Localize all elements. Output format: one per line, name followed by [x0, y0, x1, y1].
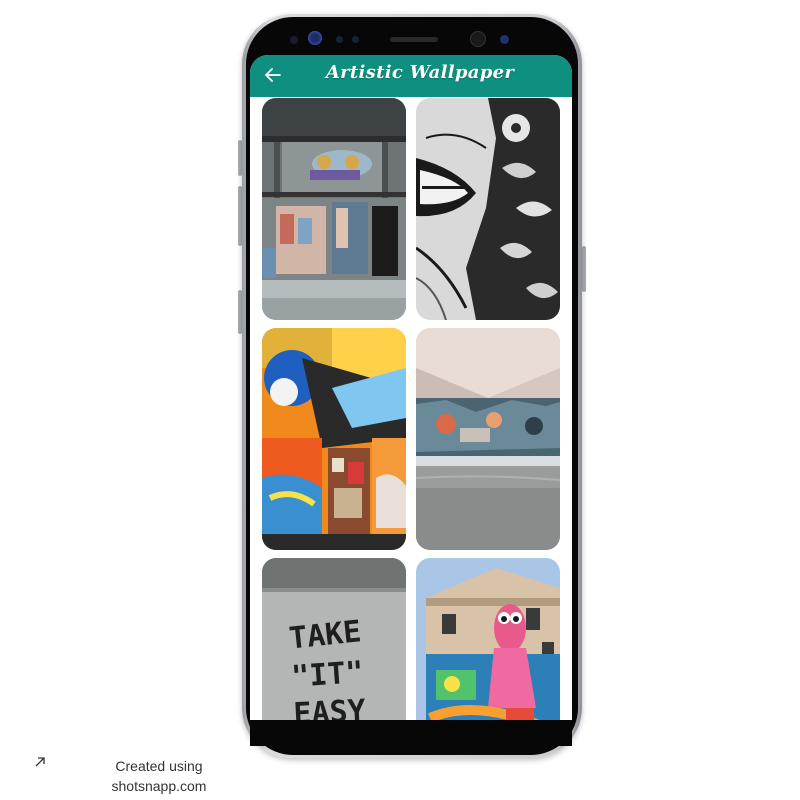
wallpaper-tile-3[interactable]: [262, 328, 406, 550]
wallpaper-tile-4[interactable]: [416, 328, 560, 550]
iris-scanner-icon: [308, 31, 322, 45]
wallpaper-image: [416, 328, 560, 550]
tile5-line3: EASY: [293, 693, 367, 720]
wallpaper-tile-5[interactable]: TAKE "IT" EASY: [262, 558, 406, 720]
app-screen: Artistic Wallpaper TAKE "IT" EASY: [250, 55, 572, 720]
wallpaper-tile-1[interactable]: [262, 98, 406, 320]
wallpaper-image: [416, 98, 560, 320]
sensor-dot-icon: [336, 36, 343, 43]
wallpaper-image: TAKE "IT" EASY: [262, 558, 406, 720]
arrow-left-icon: [265, 68, 281, 82]
sensor-dot-icon: [290, 36, 298, 44]
bottom-bezel: [250, 720, 572, 746]
wallpaper-image: [416, 558, 560, 720]
sensor-dot-icon: [352, 36, 359, 43]
wallpaper-tile-6[interactable]: [416, 558, 560, 720]
mockup-stage: Artistic Wallpaper TAKE "IT" EASY Create…: [0, 0, 800, 800]
earpiece-speaker: [390, 37, 438, 42]
wallpaper-image: [262, 328, 406, 550]
wallpaper-tile-2[interactable]: [416, 98, 560, 320]
tile5-line2: "IT": [290, 655, 365, 695]
sensor-dot-icon: [500, 35, 509, 44]
credit-line2[interactable]: shotsnapp.com: [100, 776, 218, 796]
app-title: Artistic Wallpaper: [325, 62, 515, 83]
power-button: [582, 246, 586, 292]
app-bar: Artistic Wallpaper: [250, 55, 572, 97]
wallpaper-image: [262, 98, 406, 320]
back-button[interactable]: [262, 64, 284, 86]
front-camera-icon: [470, 31, 486, 47]
credit-line1: Created using: [115, 758, 203, 774]
credit-text: Created using shotsnapp.com: [100, 756, 218, 796]
external-link-arrow-icon[interactable]: [34, 756, 46, 772]
